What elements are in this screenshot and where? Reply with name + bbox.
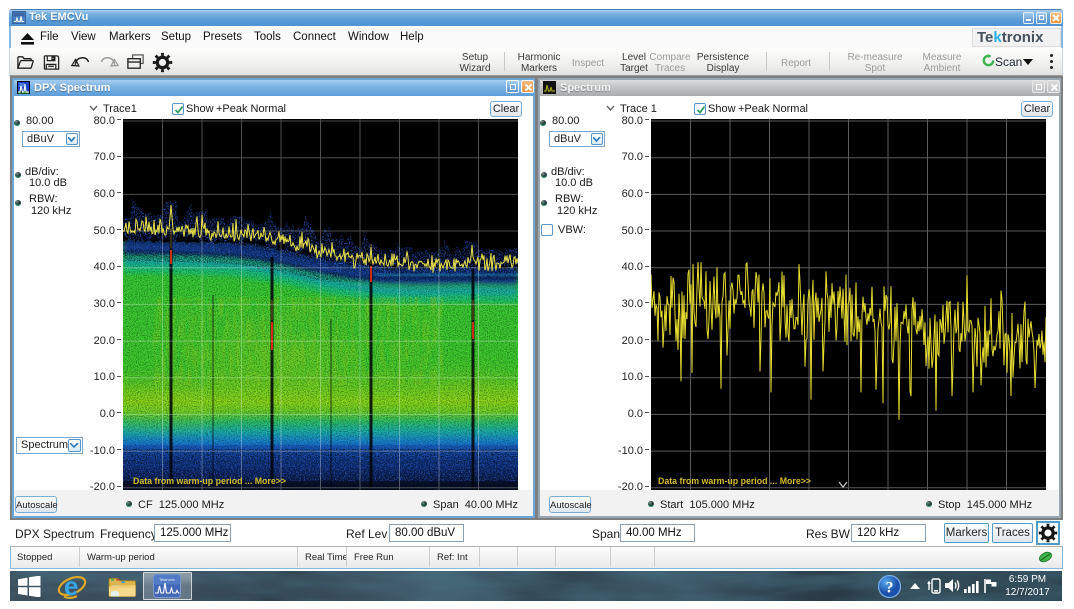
svg-text:Data from warm-up period ... M: Data from warm-up period ... More>> <box>658 476 811 486</box>
svg-text:?: ? <box>886 580 894 597</box>
svg-text:Tektronix: Tektronix <box>159 577 175 582</box>
svg-text:Data from warm-up period ... M: Data from warm-up period ... More>> <box>133 476 286 486</box>
